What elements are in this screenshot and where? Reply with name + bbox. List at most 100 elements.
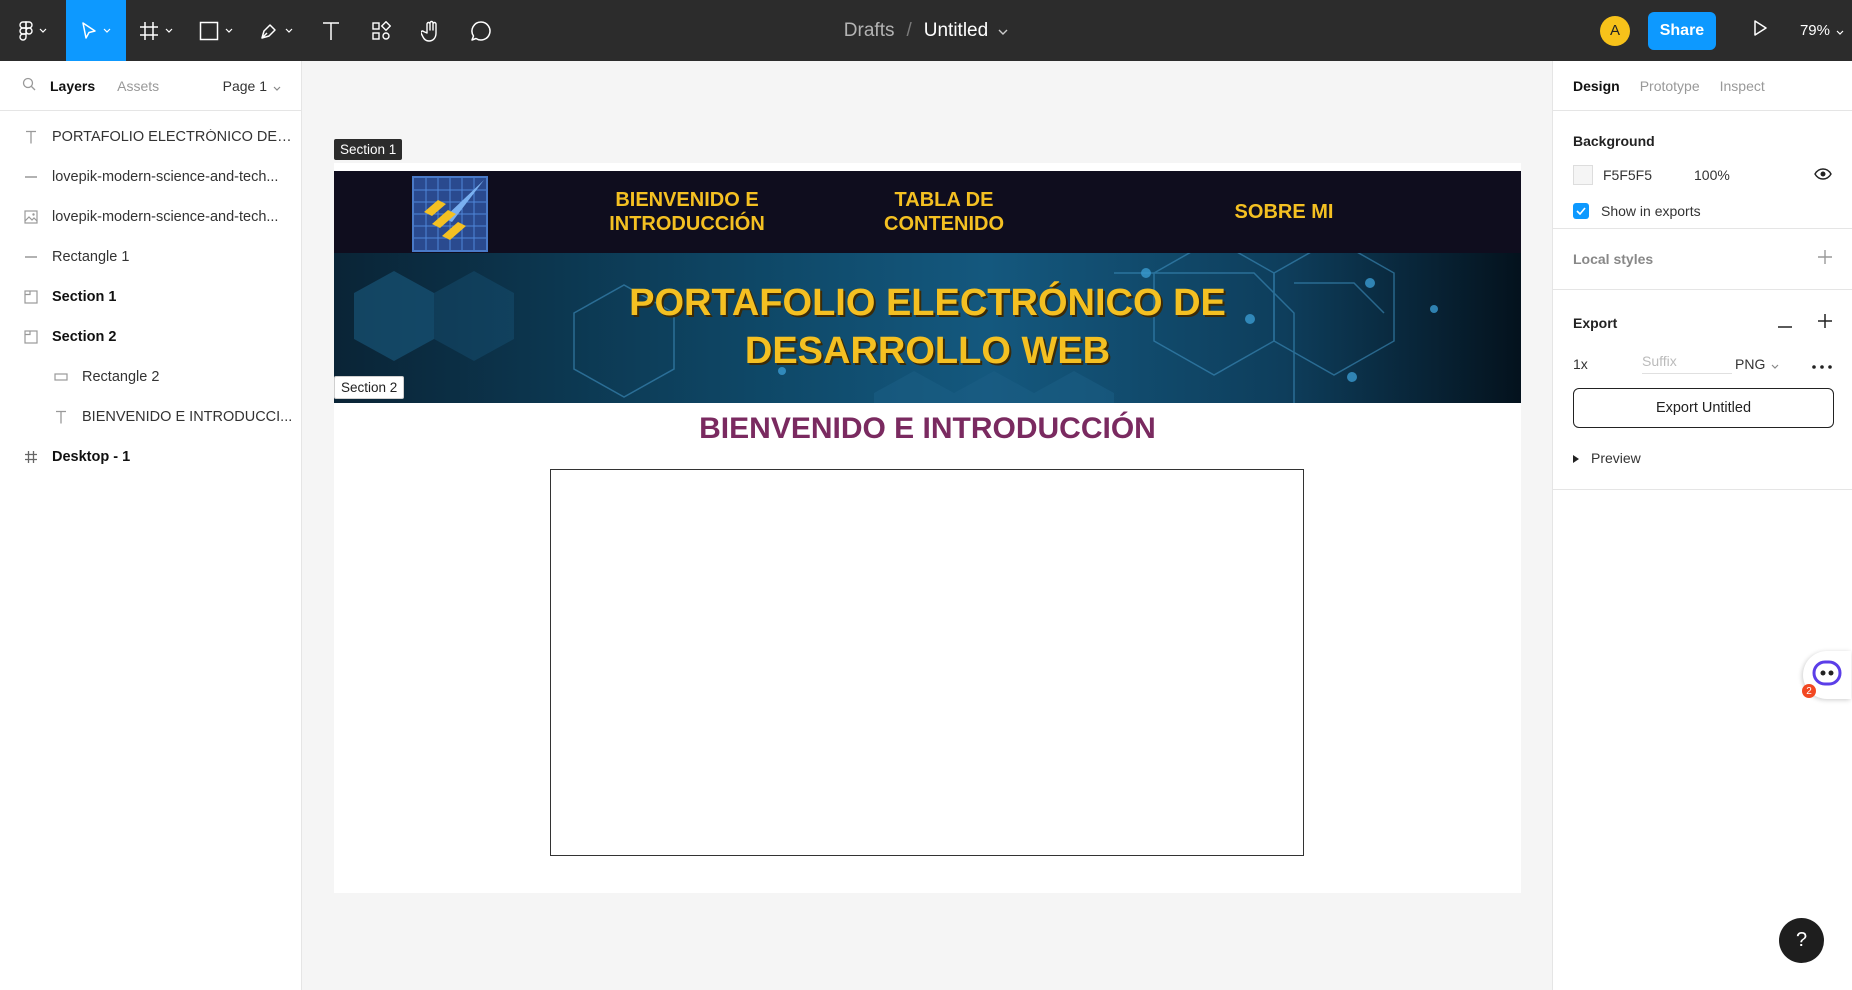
tab-assets[interactable]: Assets — [117, 78, 159, 94]
resources-tool-button[interactable] — [356, 0, 406, 61]
text-tool-icon — [322, 21, 340, 41]
pen-tool-button[interactable] — [246, 0, 306, 61]
background-opacity-input[interactable]: 100% — [1694, 167, 1730, 183]
layer-item[interactable]: Rectangle 2 — [0, 357, 301, 397]
export-suffix-input[interactable]: Suffix — [1642, 353, 1732, 374]
plus-icon[interactable] — [1818, 314, 1832, 331]
layer-item[interactable]: BIENVENIDO E INTRODUCCI... — [0, 397, 301, 437]
search-icon[interactable] — [22, 77, 36, 94]
color-swatch[interactable] — [1573, 165, 1593, 185]
chevron-down-icon — [225, 28, 233, 33]
preview-toggle[interactable]: Preview — [1573, 450, 1832, 466]
layer-label: lovepik-modern-science-and-tech... — [52, 169, 279, 185]
notification-count-badge: 2 — [1802, 684, 1816, 698]
section-2-tag[interactable]: Section 2 — [334, 376, 405, 399]
layer-item[interactable]: Desktop - 1 — [0, 437, 301, 477]
file-name[interactable]: Untitled — [924, 20, 988, 42]
navbar[interactable]: BIENVENIDO E INTRODUCCIÓN TABLA DE CONTE… — [334, 171, 1521, 253]
line-icon — [22, 255, 40, 259]
main-menu-button[interactable] — [0, 0, 66, 61]
chevron-down-icon — [1771, 356, 1779, 372]
caret-right-icon — [1573, 450, 1579, 466]
play-icon — [1753, 20, 1767, 41]
chevron-down-icon — [285, 28, 293, 33]
frame-tool-button[interactable] — [126, 0, 186, 61]
move-tool-button[interactable] — [66, 0, 126, 61]
tab-design[interactable]: Design — [1573, 78, 1620, 94]
tab-prototype[interactable]: Prototype — [1640, 78, 1700, 94]
hand-tool-icon — [421, 20, 441, 42]
layer-item[interactable]: Section 1 — [0, 277, 301, 317]
export-header-row: Export — [1573, 290, 1832, 331]
pen-tool-icon — [259, 21, 279, 41]
layer-item[interactable]: Rectangle 1 — [0, 237, 301, 277]
breadcrumb-separator: / — [906, 19, 912, 41]
breadcrumb-drafts-link[interactable]: Drafts — [844, 20, 895, 42]
rectangle-2[interactable] — [550, 469, 1304, 856]
tab-inspect[interactable]: Inspect — [1720, 78, 1765, 94]
help-button[interactable]: ? — [1779, 918, 1824, 963]
hand-tool-button[interactable] — [406, 0, 456, 61]
hero-title-line: PORTAFOLIO ELECTRÓNICO DE — [629, 282, 1226, 324]
present-button[interactable] — [1740, 11, 1780, 51]
show-in-exports-checkbox[interactable] — [1573, 203, 1589, 219]
section-icon — [22, 330, 40, 344]
layer-label: Section 1 — [52, 289, 117, 305]
shape-tool-button[interactable] — [186, 0, 246, 61]
export-format-value: PNG — [1735, 355, 1766, 372]
chevron-down-icon — [1836, 22, 1844, 39]
page-selector[interactable]: Page 1 — [223, 78, 281, 94]
chevron-down-icon[interactable] — [998, 23, 1008, 38]
share-button[interactable]: Share — [1647, 11, 1716, 50]
more-options-icon[interactable] — [1812, 356, 1832, 372]
nav-link-line: INTRODUCCIÓN — [609, 213, 765, 235]
nav-link-line: TABLA DE — [894, 189, 994, 211]
nav-link-bienvenido[interactable]: BIENVENIDO E INTRODUCCIÓN — [584, 188, 790, 236]
line-icon — [22, 175, 40, 179]
export-button[interactable]: Export Untitled — [1573, 388, 1834, 428]
layer-item[interactable]: lovepik-modern-science-and-tech... — [0, 197, 301, 237]
figma-logo-icon — [19, 20, 33, 41]
text-icon — [52, 410, 70, 424]
user-avatar[interactable]: A — [1599, 15, 1630, 46]
eye-icon[interactable] — [1814, 167, 1832, 183]
nav-link-tabla[interactable]: TABLA DE CONTENIDO — [854, 188, 1034, 236]
text-tool-button[interactable] — [306, 0, 356, 61]
show-in-exports-label: Show in exports — [1601, 203, 1701, 219]
logo-icon — [412, 176, 488, 252]
comment-tool-button[interactable] — [456, 0, 506, 61]
left-panel-tabs: Layers Assets Page 1 — [0, 61, 301, 111]
nav-link-line: BIENVENIDO E — [615, 189, 759, 211]
bot-face-icon — [1812, 660, 1842, 691]
layer-label: PORTAFOLIO ELECTRÓNICO DE D... — [52, 129, 292, 145]
section-icon — [22, 290, 40, 304]
layer-list: PORTAFOLIO ELECTRÓNICO DE D... lovepik-m… — [0, 111, 301, 477]
preview-label: Preview — [1591, 450, 1641, 466]
chevron-down-icon — [103, 28, 111, 33]
export-format-select[interactable]: PNG — [1735, 356, 1779, 372]
zoom-level: 79% — [1799, 22, 1830, 39]
plus-icon[interactable] — [1818, 249, 1832, 269]
background-fill-row: F5F5F5 100% — [1573, 165, 1832, 185]
layers-panel: Layers Assets Page 1 PORTAFOLIO ELECTRÓN… — [0, 61, 302, 990]
hero-banner[interactable]: PORTAFOLIO ELECTRÓNICO DE DESARROLLO WEB — [334, 253, 1521, 403]
zoom-dropdown[interactable]: 79% — [1800, 22, 1844, 39]
background-hex-input[interactable]: F5F5F5 — [1603, 167, 1694, 183]
desktop-frame[interactable]: BIENVENIDO E INTRODUCCIÓN TABLA DE CONTE… — [334, 163, 1521, 893]
design-canvas[interactable]: Section 1 BIENVENIDO E INTRODUCCIÓN TABL… — [303, 61, 1552, 990]
local-styles-title: Local styles — [1573, 251, 1654, 267]
move-tool-icon — [81, 21, 97, 40]
layer-item[interactable]: PORTAFOLIO ELECTRÓNICO DE D... — [0, 117, 301, 157]
tab-layers[interactable]: Layers — [50, 78, 95, 94]
chevron-down-icon — [39, 28, 47, 33]
layer-label: Section 2 — [52, 329, 117, 345]
export-scale-select[interactable]: 1x — [1573, 356, 1642, 372]
chevron-down-icon — [165, 28, 173, 33]
comment-icon — [470, 20, 492, 42]
layer-label: Rectangle 2 — [82, 369, 160, 385]
layer-item[interactable]: Section 2 — [0, 317, 301, 357]
layer-item[interactable]: lovepik-modern-science-and-tech... — [0, 157, 301, 197]
section-1-tag[interactable]: Section 1 — [334, 139, 403, 160]
nav-link-sobre-mi[interactable]: SOBRE MI — [1214, 200, 1354, 224]
minus-icon[interactable] — [1778, 315, 1792, 331]
